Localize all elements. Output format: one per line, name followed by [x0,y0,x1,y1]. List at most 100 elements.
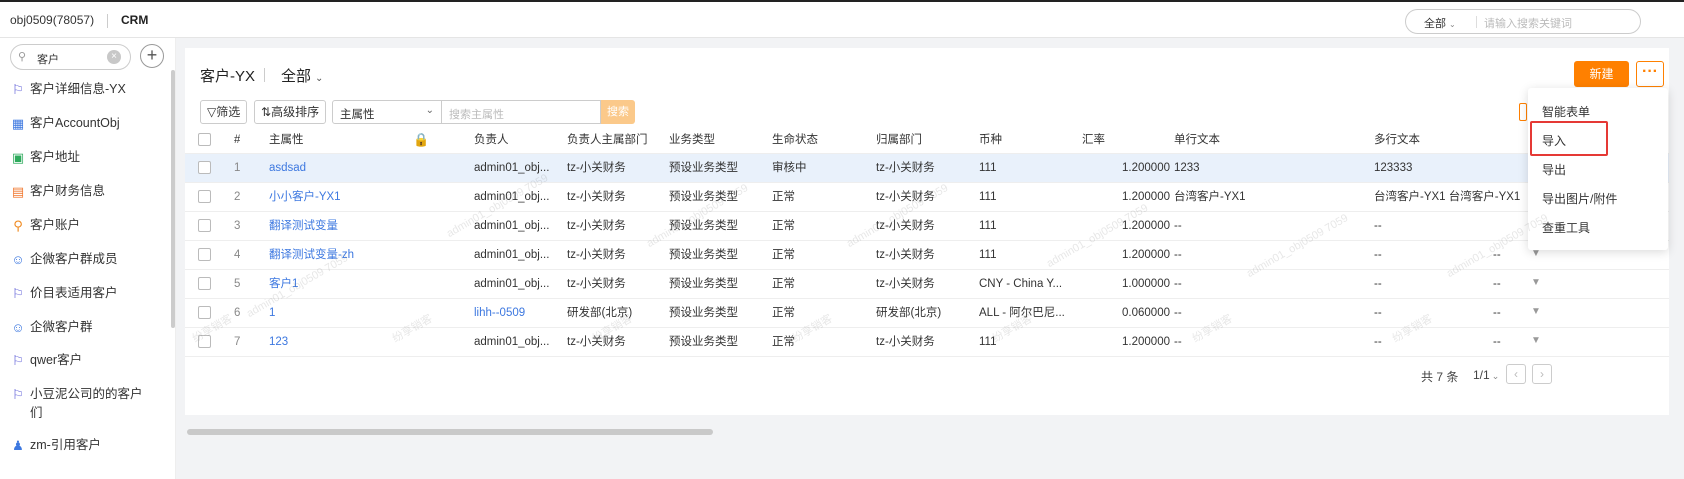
cell-name[interactable]: 123 [269,328,459,357]
scene-filter-select[interactable]: 全部 ⌄ [281,65,323,86]
row-checkbox[interactable] [198,335,211,348]
sidebar-item[interactable]: ▣ 客户地址 [10,148,160,167]
field-select[interactable]: 主属性 ⌄ [332,100,442,124]
chevron-down-icon: ⌄ [425,105,434,116]
cell-owner[interactable]: lihh--0509 [474,299,560,328]
sidebar-search-input[interactable]: ⚲ 客户 × [10,44,131,70]
column-header[interactable]: 单行文本 [1174,126,1220,154]
sidebar-item-label: 企微客户群 [30,320,93,334]
page-select-value: 1/1 [1473,368,1490,382]
column-header[interactable]: 业务类型 [669,126,715,154]
filter-button[interactable]: ▽筛选 [200,100,248,124]
global-search-input[interactable]: 请输入搜索关键词 [1484,15,1572,31]
column-header[interactable]: 主属性 [269,126,304,154]
table-row[interactable]: 3 翻译测试变量 admin01_obj... tz-小关财务 预设业务类型 正常 tz-小… [185,212,1669,241]
product-name[interactable]: CRM [121,13,148,27]
sidebar-item[interactable]: ▦ 客户AccountObj [10,114,160,133]
sidebar-item[interactable]: ⚐ 价目表适用客户 [10,284,160,303]
cell-name[interactable]: 翻译测试变量-zh [269,241,459,270]
column-settings-icon[interactable] [1519,103,1527,121]
sidebar-item[interactable]: ▤ 客户财务信息 [10,182,160,201]
search-button[interactable]: 搜索 [601,100,635,124]
column-header[interactable]: 负责人 [474,126,509,154]
table-row[interactable]: 1 asdsad admin01_obj... tz-小关财务 预设业务类型 审核中 tz-… [185,154,1669,183]
column-header[interactable]: 汇率 [1082,126,1105,154]
column-header[interactable]: 负责人主属部门 [567,126,648,154]
users-icon: ☺ [11,252,25,267]
cell-dept: tz-小关财务 [876,278,935,290]
cell-owner-dept: tz-小关财务 [567,278,626,290]
scrollbar-thumb[interactable] [187,429,713,435]
column-header[interactable]: 生命状态 [772,126,818,154]
cell-dept: tz-小关财务 [876,336,935,348]
row-action-icon[interactable]: ▼ [1531,277,1541,288]
cell-name[interactable]: 小小客户-YX1 [269,183,459,212]
cell-biz-type: 预设业务类型 [669,191,738,203]
cell-name[interactable]: 翻译测试变量 [269,212,459,241]
row-checkbox[interactable] [198,306,211,319]
table-row[interactable]: 4 翻译测试变量-zh admin01_obj... tz-小关财务 预设业务类型 正常 t… [185,241,1669,270]
keyword-search-input[interactable]: 搜索主属性 [441,100,601,124]
cell-name[interactable]: 1 [269,299,459,328]
lock-icon: 🔒 [413,132,430,147]
new-button[interactable]: 新建 [1574,61,1629,87]
menu-item-smart-form[interactable]: 智能表单 [1542,103,1590,120]
row-checkbox[interactable] [198,248,211,261]
cell-name[interactable]: asdsad [269,154,459,183]
column-header[interactable]: 归属部门 [876,126,922,154]
row-checkbox[interactable] [198,190,211,203]
sidebar-item-label: zm-引用客户 [30,438,101,452]
sort-icon: ⇅ [261,105,272,119]
sidebar-item[interactable]: ♟ zm-引用客户 [10,436,160,455]
more-button[interactable]: ··· [1636,61,1664,87]
column-header[interactable]: 多行文本 [1374,126,1420,154]
next-page-button[interactable]: › [1532,364,1552,384]
cell-biz-type: 预设业务类型 [669,278,738,290]
sidebar-item-label: 企微客户群成员 [30,252,118,266]
sidebar-item[interactable]: ⚐ qwer客户 [10,351,160,370]
menu-item-export-images[interactable]: 导出图片/附件 [1542,190,1617,207]
app-name[interactable]: obj0509(78057) [10,13,94,27]
table-row[interactable]: 2 小小客户-YX1 admin01_obj... tz-小关财务 预设业务类型 正常 tz… [185,183,1669,212]
cell-status: 正常 [772,336,795,348]
cell-name[interactable]: 客户1 [269,270,459,299]
row-action-icon[interactable]: ▼ [1531,335,1541,346]
select-all-checkbox[interactable] [198,133,211,146]
table-row[interactable]: 6 1 lihh--0509 研发部(北京) 预设业务类型 正常 研发部(北京) ALL - … [185,299,1669,328]
global-search[interactable]: 全部 ⌄ 请输入搜索关键词 [1405,9,1641,34]
column-header[interactable]: 币种 [979,126,1002,154]
horizontal-scrollbar[interactable] [185,429,1669,435]
table-row[interactable]: 5 客户1 admin01_obj... tz-小关财务 预设业务类型 正常 tz-小关财务… [185,270,1669,299]
total-count: 共 7 条 [1421,370,1459,384]
cell-no: 3 [234,220,241,232]
table-row[interactable]: 7 123 admin01_obj... tz-小关财务 预设业务类型 正常 tz-小关财务… [185,328,1669,357]
menu-item-duplicate-check[interactable]: 查重工具 [1542,219,1590,236]
row-checkbox[interactable] [198,277,211,290]
cell-no: 7 [234,336,241,348]
clear-icon[interactable]: × [107,50,121,64]
cell-extra: -- [1493,307,1501,319]
cell-rate: 1.200000 [1122,336,1170,348]
sidebar-item[interactable]: ⚲ 客户账户 [10,216,160,235]
search-scope-select[interactable]: 全部 ⌄ [1424,15,1456,31]
row-checkbox[interactable] [198,219,211,232]
cell-no: 1 [234,162,241,174]
sidebar-item[interactable]: ⚐ 小豆泥公司的的客户们 [10,385,145,423]
advanced-sort-button[interactable]: ⇅高级排序 [254,100,327,124]
row-checkbox[interactable] [198,161,211,174]
sidebar-search-value: 客户 [37,54,59,66]
scrollbar[interactable] [171,70,175,328]
cell-extra: -- [1493,249,1501,261]
row-action-icon[interactable]: ▼ [1531,306,1541,317]
cell-currency: 111 [979,162,997,174]
sidebar-item[interactable]: ☺ 企微客户群成员 [10,250,160,269]
cell-biz-type: 预设业务类型 [669,336,738,348]
menu-item-export[interactable]: 导出 [1542,161,1566,178]
add-button[interactable]: + [140,44,164,68]
users-icon: ☺ [11,320,25,335]
filter-icon: ▽ [207,105,217,119]
page-select[interactable]: 1/1 ⌄ [1473,368,1499,382]
prev-page-button[interactable]: ‹ [1506,364,1526,384]
sidebar-item[interactable]: ⚐ 客户详细信息-YX [10,80,160,99]
sidebar-item[interactable]: ☺ 企微客户群 [10,318,160,337]
